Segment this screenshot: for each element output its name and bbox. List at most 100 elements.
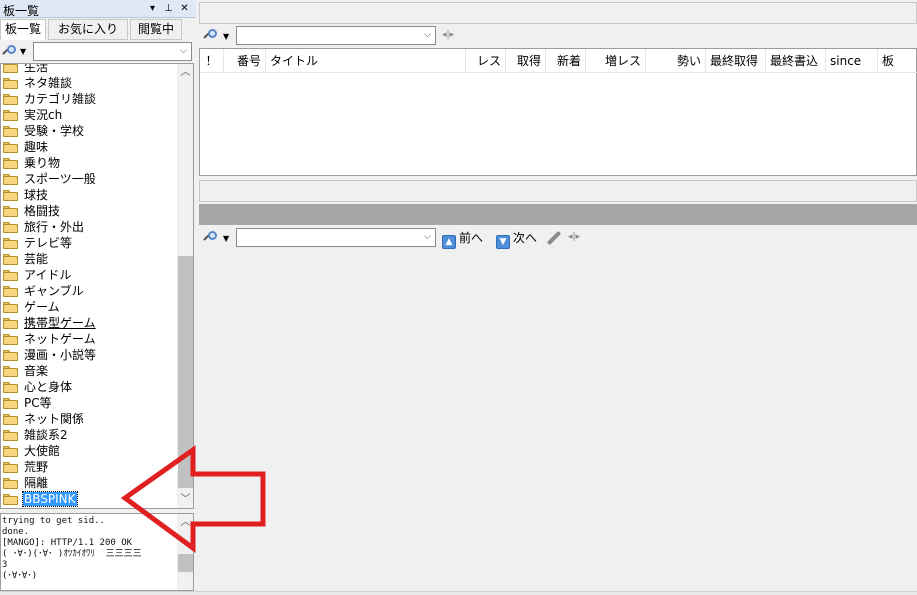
board-category-item[interactable]: スポーツ一般: [1, 171, 177, 187]
board-category-label: 心と身体: [24, 380, 73, 394]
search-options-icon[interactable]: ▼: [20, 47, 26, 56]
next-button[interactable]: ▼ 次へ: [496, 230, 538, 249]
status-bar: [0, 591, 917, 595]
chevron-down-icon[interactable]: ⌵: [420, 229, 435, 246]
pin-icon[interactable]: ⊥: [162, 2, 175, 16]
board-category-item[interactable]: テレビ等: [1, 235, 177, 251]
board-category-item[interactable]: ネットゲーム: [1, 331, 177, 347]
board-category-item[interactable]: アイドル: [1, 267, 177, 283]
board-search-input[interactable]: ⌵: [33, 42, 192, 61]
board-category-item[interactable]: 趣味: [1, 139, 177, 155]
folder-icon: [3, 126, 18, 137]
board-category-label: 大使館: [24, 444, 61, 458]
board-category-item[interactable]: 実況ch: [1, 107, 177, 123]
tab-browsing[interactable]: 閲覧中: [130, 19, 182, 40]
chevron-down-icon[interactable]: ⌵: [420, 27, 435, 44]
thread-tab-strip: [199, 2, 917, 24]
column-header-last-fetched[interactable]: 最終取得: [706, 49, 766, 73]
board-category-item[interactable]: PC等: [1, 395, 177, 411]
folder-icon: [3, 222, 18, 233]
prev-label: 前へ: [459, 231, 484, 245]
thread-list-header: ！ 番号 タイトル レス 取得 新着 増レス 勢い 最終取得 最終書込 sinc…: [200, 49, 917, 73]
close-icon[interactable]: ✕: [178, 2, 191, 16]
board-category-label: ゲーム: [24, 300, 60, 314]
red-arrow-annotation: [120, 445, 266, 553]
column-header-last-post[interactable]: 最終書込: [766, 49, 826, 73]
board-category-label: ギャンブル: [24, 284, 84, 298]
board-category-item[interactable]: 乗り物: [1, 155, 177, 171]
board-category-item[interactable]: 芸能: [1, 251, 177, 267]
folder-icon: [3, 64, 18, 73]
pane-menu-icon[interactable]: ▾: [146, 2, 159, 16]
board-category-label: 趣味: [24, 140, 49, 154]
board-search-bar: ▼ ⌵: [0, 42, 196, 62]
folder-icon: [3, 142, 18, 153]
column-header-board[interactable]: 板: [878, 49, 916, 73]
chevron-down-icon[interactable]: ⌵: [176, 43, 191, 60]
board-category-item[interactable]: 格闘技: [1, 203, 177, 219]
board-category-item[interactable]: ゲーム: [1, 299, 177, 315]
folder-icon: [3, 94, 18, 105]
board-category-item[interactable]: 旅行・外出: [1, 219, 177, 235]
board-category-label: 荒野: [24, 460, 49, 474]
pane-title: 板一覧: [3, 4, 40, 18]
board-category-label: 音楽: [24, 364, 49, 378]
board-category-item[interactable]: 球技: [1, 187, 177, 203]
board-category-item[interactable]: 心と身体: [1, 379, 177, 395]
magnifier-icon[interactable]: [2, 44, 18, 60]
board-category-label: 格闘技: [24, 204, 61, 218]
folder-icon: [3, 190, 18, 201]
tab-favorites[interactable]: お気に入り: [48, 19, 128, 40]
post-search-input[interactable]: ⌵: [236, 228, 436, 247]
column-header-since[interactable]: since: [826, 49, 878, 73]
search-options-icon[interactable]: ▼: [223, 32, 229, 41]
board-category-item[interactable]: ネタ雑談: [1, 75, 177, 91]
search-options-icon[interactable]: ▼: [223, 234, 229, 243]
magnifier-icon[interactable]: [203, 28, 219, 44]
scroll-thumb[interactable]: [178, 554, 193, 572]
folder-icon: [3, 302, 18, 313]
column-header-fetched[interactable]: 取得: [506, 49, 546, 73]
board-category-item[interactable]: ネット関係: [1, 411, 177, 427]
thread-search-input[interactable]: ⌵: [236, 26, 436, 45]
folder-icon: [3, 334, 18, 345]
board-category-item[interactable]: 携帯型ゲーム: [1, 315, 177, 331]
folder-icon: [3, 270, 18, 281]
board-category-label: PC等: [24, 396, 52, 410]
board-category-label: 生活: [24, 63, 49, 74]
tab-board-list[interactable]: 板一覧: [0, 19, 46, 40]
board-category-label: 携帯型ゲーム: [24, 316, 96, 330]
column-header-mark[interactable]: ！: [200, 49, 224, 73]
scroll-up-icon[interactable]: ︿: [177, 64, 193, 81]
folder-icon: [3, 110, 18, 121]
board-category-item[interactable]: 音楽: [1, 363, 177, 379]
toolbar-grip-icon[interactable]: ◂|▸: [568, 232, 580, 242]
column-header-res[interactable]: レス: [466, 49, 506, 73]
column-header-number[interactable]: 番号: [224, 49, 266, 73]
folder-icon: [3, 462, 18, 473]
board-category-item[interactable]: 漫画・小説等: [1, 347, 177, 363]
board-category-item[interactable]: カテゴリ雑談: [1, 91, 177, 107]
board-category-item[interactable]: ギャンブル: [1, 283, 177, 299]
board-category-label: 受験・学校: [24, 124, 85, 138]
column-header-momentum[interactable]: 勢い: [646, 49, 706, 73]
column-header-new[interactable]: 新着: [546, 49, 586, 73]
magnifier-icon[interactable]: [203, 230, 219, 246]
pen-icon[interactable]: [546, 230, 562, 246]
board-category-label: ネットゲーム: [24, 332, 96, 346]
thread-title-bar: [199, 204, 917, 225]
folder-icon: [3, 238, 18, 249]
board-tabs: 板一覧 お気に入り 閲覧中: [0, 19, 196, 40]
next-label: 次へ: [513, 231, 538, 245]
board-category-item[interactable]: 受験・学校: [1, 123, 177, 139]
prev-button[interactable]: ▲ 前へ: [442, 230, 484, 249]
column-header-increase[interactable]: 増レス: [586, 49, 646, 73]
board-category-label: 実況ch: [24, 108, 63, 122]
board-category-item[interactable]: 生活: [1, 63, 177, 75]
folder-icon: [3, 366, 18, 377]
board-category-label: 隔離: [24, 476, 49, 490]
column-header-title[interactable]: タイトル: [266, 49, 466, 73]
board-category-label: 乗り物: [24, 156, 61, 170]
thread-list-table[interactable]: ！ 番号 タイトル レス 取得 新着 増レス 勢い 最終取得 最終書込 sinc…: [199, 48, 917, 176]
toolbar-grip-icon[interactable]: ◂|▸: [442, 30, 454, 40]
